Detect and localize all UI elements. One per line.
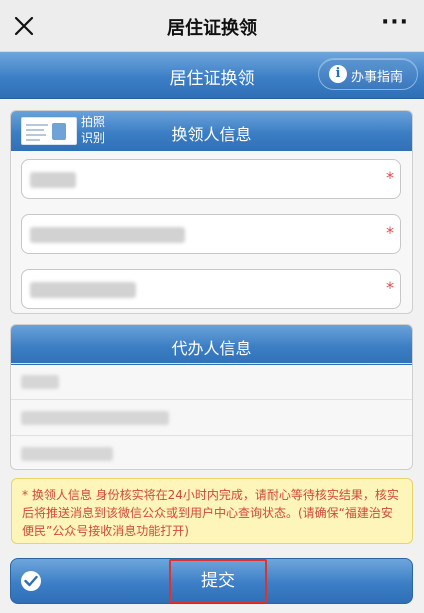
submit-bar: 提交 [10,558,413,604]
page-header: 居住证换领 i 办事指南 [0,52,424,99]
agent-section-title: 代办人信息 [171,339,252,358]
applicant-section-title: 换领人信息 [171,125,252,144]
applicant-name-field[interactable]: * [21,159,401,199]
submit-button[interactable]: 提交 [169,559,267,603]
more-menu-button[interactable]: ··· [380,12,410,40]
blurred-value [21,411,169,425]
blurred-value [30,172,76,188]
blurred-value [21,375,59,389]
verification-notice: * 换领人信息 身份核实将在24小时内完成，请耐心等待核实结果，核实后将推送消息… [11,478,413,544]
applicant-id-number-field[interactable]: * [21,214,401,254]
blurred-value [21,447,113,461]
service-guide-label: 办事指南 [351,70,404,85]
info-icon: i [329,65,347,83]
blurred-value [30,282,136,298]
required-mark: * [386,278,394,297]
service-guide-button[interactable]: i 办事指南 [318,58,418,90]
applicant-info-card: 拍照识别 换领人信息 * * * [10,110,413,314]
top-nav-bar: 居住证换领 ··· [0,0,424,52]
agent-row-1[interactable] [11,363,412,399]
agent-card-header: 代办人信息 [11,325,412,365]
required-mark: * [386,168,394,187]
check-circle-icon [21,571,41,591]
blurred-value [30,227,185,243]
window-title: 居住证换领 [167,18,257,39]
required-mark: * [386,223,394,242]
applicant-card-header: 拍照识别 换领人信息 [11,111,412,151]
applicant-third-field[interactable]: * [21,269,401,309]
agent-info-card: 代办人信息 [10,324,413,470]
agent-row-2[interactable] [11,399,412,435]
agent-row-3[interactable] [11,435,412,469]
